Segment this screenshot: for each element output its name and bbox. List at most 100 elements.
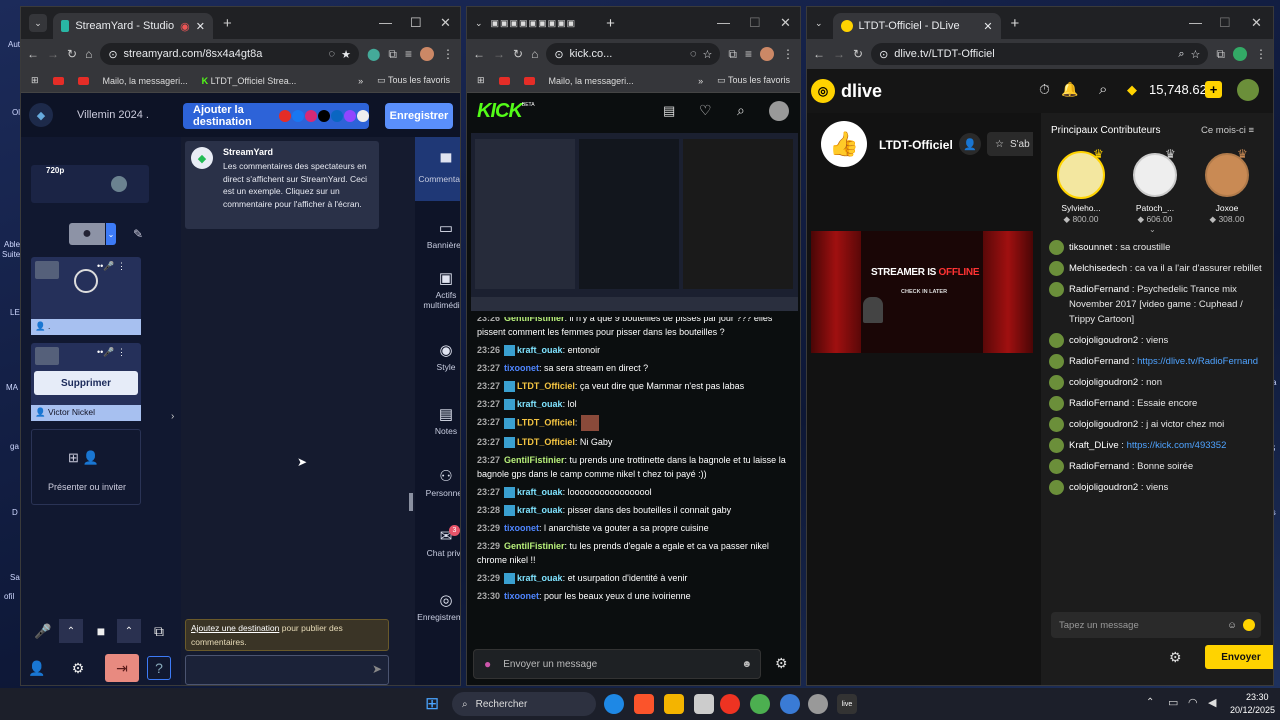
message-username[interactable]: colojoligoudron2	[1069, 482, 1138, 493]
tracking-icon[interactable]: ◌	[690, 48, 697, 60]
menu-icon[interactable]: ⋮	[782, 47, 794, 61]
close-window-icon[interactable]: ✕	[440, 15, 451, 31]
user-avatar[interactable]	[1049, 438, 1064, 453]
sample-comment[interactable]: ◆ StreamYard Les commentaires des specta…	[185, 141, 379, 229]
bookmark-mailo[interactable]: Mailo, la messageri...	[549, 76, 634, 86]
tab-search-icon[interactable]: ⌄	[475, 18, 483, 29]
participant-card-2[interactable]: ••🎤 ⋮ Supprimer 👤 Victor Nickel	[31, 343, 141, 421]
tracking-icon[interactable]: ◌	[329, 48, 336, 60]
message-username[interactable]: RadioFernand	[1069, 356, 1129, 367]
chat-message[interactable]: Kraft_DLive : https://kick.com/493352	[1041, 435, 1267, 456]
site-info-icon[interactable]: ⊙	[108, 48, 117, 61]
leave-studio-icon[interactable]: ⇥	[105, 654, 139, 682]
close-window-icon[interactable]: ✕	[780, 15, 791, 31]
message-username[interactable]: RadioFernand	[1069, 284, 1129, 295]
user-avatar[interactable]	[1049, 375, 1064, 390]
profile-avatar[interactable]	[760, 47, 774, 61]
new-tab-icon[interactable]: +	[606, 15, 615, 32]
microphone-icon[interactable]: ●	[484, 657, 491, 671]
chat-message[interactable]: 23:26 kraft_ouak: entonoir	[467, 341, 800, 359]
stream-video[interactable]	[471, 133, 798, 311]
extension-icon[interactable]: ⬤	[367, 47, 380, 61]
message-username[interactable]: kraft_ouak	[517, 487, 563, 497]
wifi-icon[interactable]: ◠	[1188, 696, 1198, 709]
message-username[interactable]: tixoonet	[504, 591, 539, 601]
site-info-icon[interactable]: ⊙	[879, 48, 888, 61]
settings-icon[interactable]: ⚙	[66, 656, 90, 680]
chat-message[interactable]: colojoligoudron2 : non	[1041, 372, 1267, 393]
user-avatar[interactable]	[1049, 480, 1064, 495]
bookmark-star-icon[interactable]: ★	[341, 48, 351, 61]
chat-message[interactable]: RadioFernand : Essaie encore	[1041, 393, 1267, 414]
streamyard-logo-icon[interactable]: ◆	[29, 103, 53, 127]
dlive-logo-icon[interactable]: ◎	[811, 79, 835, 103]
offline-banner[interactable]: STREAMER IS OFFLINE CHECK IN LATER	[811, 231, 1033, 353]
media-icon[interactable]: ≡	[405, 47, 412, 61]
message-username[interactable]: Kraft_DLive	[1069, 440, 1119, 451]
forward-icon[interactable]: →	[47, 47, 59, 61]
taskbar-search[interactable]: ⌕ Rechercher	[452, 692, 596, 716]
tab-close-icon[interactable]: ✕	[196, 20, 205, 33]
reload-icon[interactable]: ↻	[513, 47, 523, 61]
brave-browser-icon[interactable]	[634, 694, 654, 714]
participant-controls-icon[interactable]: ••🎤 ⋮	[97, 347, 126, 358]
channel-name[interactable]: LTDT-Officiel	[879, 138, 953, 152]
menu-icon[interactable]: ⋮	[442, 47, 454, 61]
dlive-logo[interactable]: dlive	[841, 81, 882, 102]
message-username[interactable]: kraft_ouak	[517, 399, 563, 409]
network-icon[interactable]: ▭	[1168, 696, 1178, 709]
message-username[interactable]: kraft_ouak	[517, 573, 563, 583]
search-icon[interactable]: ⌕	[1099, 81, 1107, 98]
message-username[interactable]: tixoonet	[504, 363, 539, 373]
scrollbar[interactable]	[407, 137, 415, 685]
url-field[interactable]: ⊙ streamyard.com/8sx4a4gt8a ◌ ★	[100, 43, 359, 65]
new-tab-icon[interactable]: +	[1011, 15, 1020, 32]
back-icon[interactable]: ←	[813, 47, 825, 61]
more-bookmarks-icon[interactable]: »	[358, 76, 363, 86]
user-avatar[interactable]	[769, 101, 789, 121]
send-message-button[interactable]: Envoyer	[1205, 645, 1273, 669]
buy-lemon-icon[interactable]: +	[1205, 81, 1222, 98]
notification-bell-icon[interactable]: 🔔	[1061, 81, 1078, 98]
lemon-gift-icon[interactable]	[1243, 619, 1255, 631]
chat-message[interactable]: 23:27 GentilFistinier: tu prends une trot…	[467, 451, 800, 483]
youtube-bookmark-icon[interactable]	[523, 76, 535, 85]
chat-message[interactable]: 23:29 kraft_ouak: et usurpation d'identit…	[467, 569, 800, 587]
user-avatar[interactable]	[1049, 240, 1064, 255]
pinned-tabs-icon[interactable]: ▣▣▣▣▣▣▣▣▣	[491, 18, 577, 29]
bookmark-ltdt[interactable]: K LTDT_Officiel Strea...	[202, 76, 297, 86]
bookmark-star-icon[interactable]: ☆	[703, 48, 713, 61]
profile-avatar[interactable]	[420, 47, 434, 61]
profile-avatar[interactable]	[1233, 47, 1247, 61]
message-username[interactable]: kraft_ouak	[517, 505, 563, 515]
minimize-icon[interactable]: —	[1189, 15, 1202, 30]
chat-message[interactable]: colojoligoudron2 : viens	[1041, 330, 1267, 351]
user-avatar[interactable]	[1237, 79, 1259, 101]
user-avatar[interactable]	[1049, 417, 1064, 432]
studio-name[interactable]: Villemin 2024 .	[77, 109, 149, 121]
maximize-icon[interactable]: ☐	[410, 15, 422, 31]
chat-message[interactable]: 23:27 kraft_ouak: looooooooooooooool	[467, 483, 800, 501]
opera-browser-icon[interactable]	[720, 694, 740, 714]
minimize-icon[interactable]: —	[717, 15, 730, 30]
chat-message[interactable]: 23:30 tixoonet: pour les beaux yeux d une…	[467, 587, 800, 605]
chat-message[interactable]: tiksounnet : sa croustille	[1041, 237, 1267, 258]
all-bookmarks[interactable]: ▭ Tous les favoris	[717, 75, 790, 86]
media-icon[interactable]: ≡	[745, 47, 752, 61]
back-icon[interactable]: ←	[473, 47, 485, 61]
youtube-bookmark-icon[interactable]	[77, 76, 89, 85]
dlive-chat-input[interactable]: Tapez un message ☺	[1051, 612, 1261, 638]
apps-grid-icon[interactable]: ⊞	[31, 75, 39, 86]
taskbar-date[interactable]: 20/12/2025	[1230, 705, 1275, 715]
url-field[interactable]: ⊙ kick.co... ◌ ☆	[546, 43, 721, 65]
nav-item-notes[interactable]: ▤ Notes	[415, 407, 460, 436]
user-avatar[interactable]	[1049, 459, 1064, 474]
edit-pencil-icon[interactable]: ✎	[133, 227, 143, 241]
chat-message[interactable]: 23:27 LTDT_Officiel: ça veut dire que Mam…	[467, 377, 800, 395]
more-bookmarks-icon[interactable]: »	[698, 76, 703, 86]
nav-item-record[interactable]: ◎ Enregistrement	[415, 593, 460, 622]
emoji-icon[interactable]: ☺	[1227, 620, 1237, 631]
tab-streamyard[interactable]: StreamYard - Studio ◉ ✕	[53, 13, 213, 39]
nav-item-chat[interactable]: ✉Chat privé3	[415, 525, 460, 558]
participant-controls-icon[interactable]: ••🎤 ⋮	[97, 261, 126, 272]
